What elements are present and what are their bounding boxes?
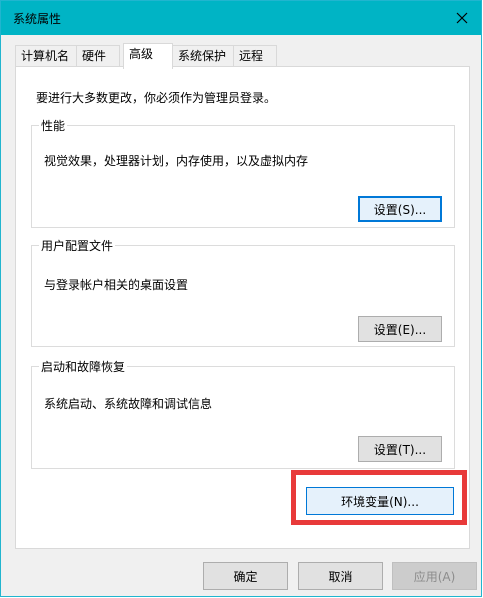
tab-system-protection[interactable]: 系统保护 — [172, 45, 234, 67]
startup-recovery-settings-button[interactable]: 设置(T)... — [358, 436, 442, 462]
tab-hardware[interactable]: 硬件 — [76, 45, 120, 67]
performance-group: 性能 视觉效果，处理器计划，内存使用，以及虚拟内存 设置(S)... — [31, 117, 455, 228]
performance-description: 视觉效果，处理器计划，内存使用，以及虚拟内存 — [44, 154, 309, 168]
startup-recovery-title: 启动和故障恢复 — [41, 360, 126, 374]
performance-settings-button[interactable]: 设置(S)... — [358, 196, 442, 222]
user-profiles-group: 用户配置文件 与登录帐户相关的桌面设置 设置(E)... — [31, 237, 455, 347]
user-profiles-settings-button[interactable]: 设置(E)... — [358, 316, 442, 342]
ok-button[interactable]: 确定 — [203, 562, 288, 590]
close-button[interactable] — [443, 1, 481, 35]
title-bar[interactable]: 系统属性 — [1, 1, 481, 35]
window-title: 系统属性 — [13, 12, 62, 26]
close-icon — [456, 12, 468, 24]
system-properties-window: 系统属性 计算机名 硬件 高级 系统保护 远程 要进行大多数更改，你必须作为管理… — [0, 0, 482, 597]
advanced-tab-panel: 要进行大多数更改，你必须作为管理员登录。 性能 视觉效果，处理器计划，内存使用，… — [15, 66, 470, 549]
tab-remote[interactable]: 远程 — [233, 45, 277, 67]
tab-computer-name[interactable]: 计算机名 — [15, 45, 77, 67]
startup-recovery-description: 系统启动、系统故障和调试信息 — [44, 397, 213, 411]
performance-title: 性能 — [41, 119, 66, 133]
environment-variables-button[interactable]: 环境变量(N)... — [306, 487, 454, 515]
admin-notice: 要进行大多数更改，你必须作为管理员登录。 — [36, 91, 277, 105]
startup-recovery-group: 启动和故障恢复 系统启动、系统故障和调试信息 设置(T)... — [31, 358, 455, 469]
user-profiles-description: 与登录帐户相关的桌面设置 — [44, 278, 189, 292]
apply-button[interactable]: 应用(A) — [392, 562, 477, 590]
tab-advanced[interactable]: 高级 — [123, 43, 173, 69]
cancel-button[interactable]: 取消 — [298, 562, 383, 590]
user-profiles-title: 用户配置文件 — [41, 239, 114, 253]
